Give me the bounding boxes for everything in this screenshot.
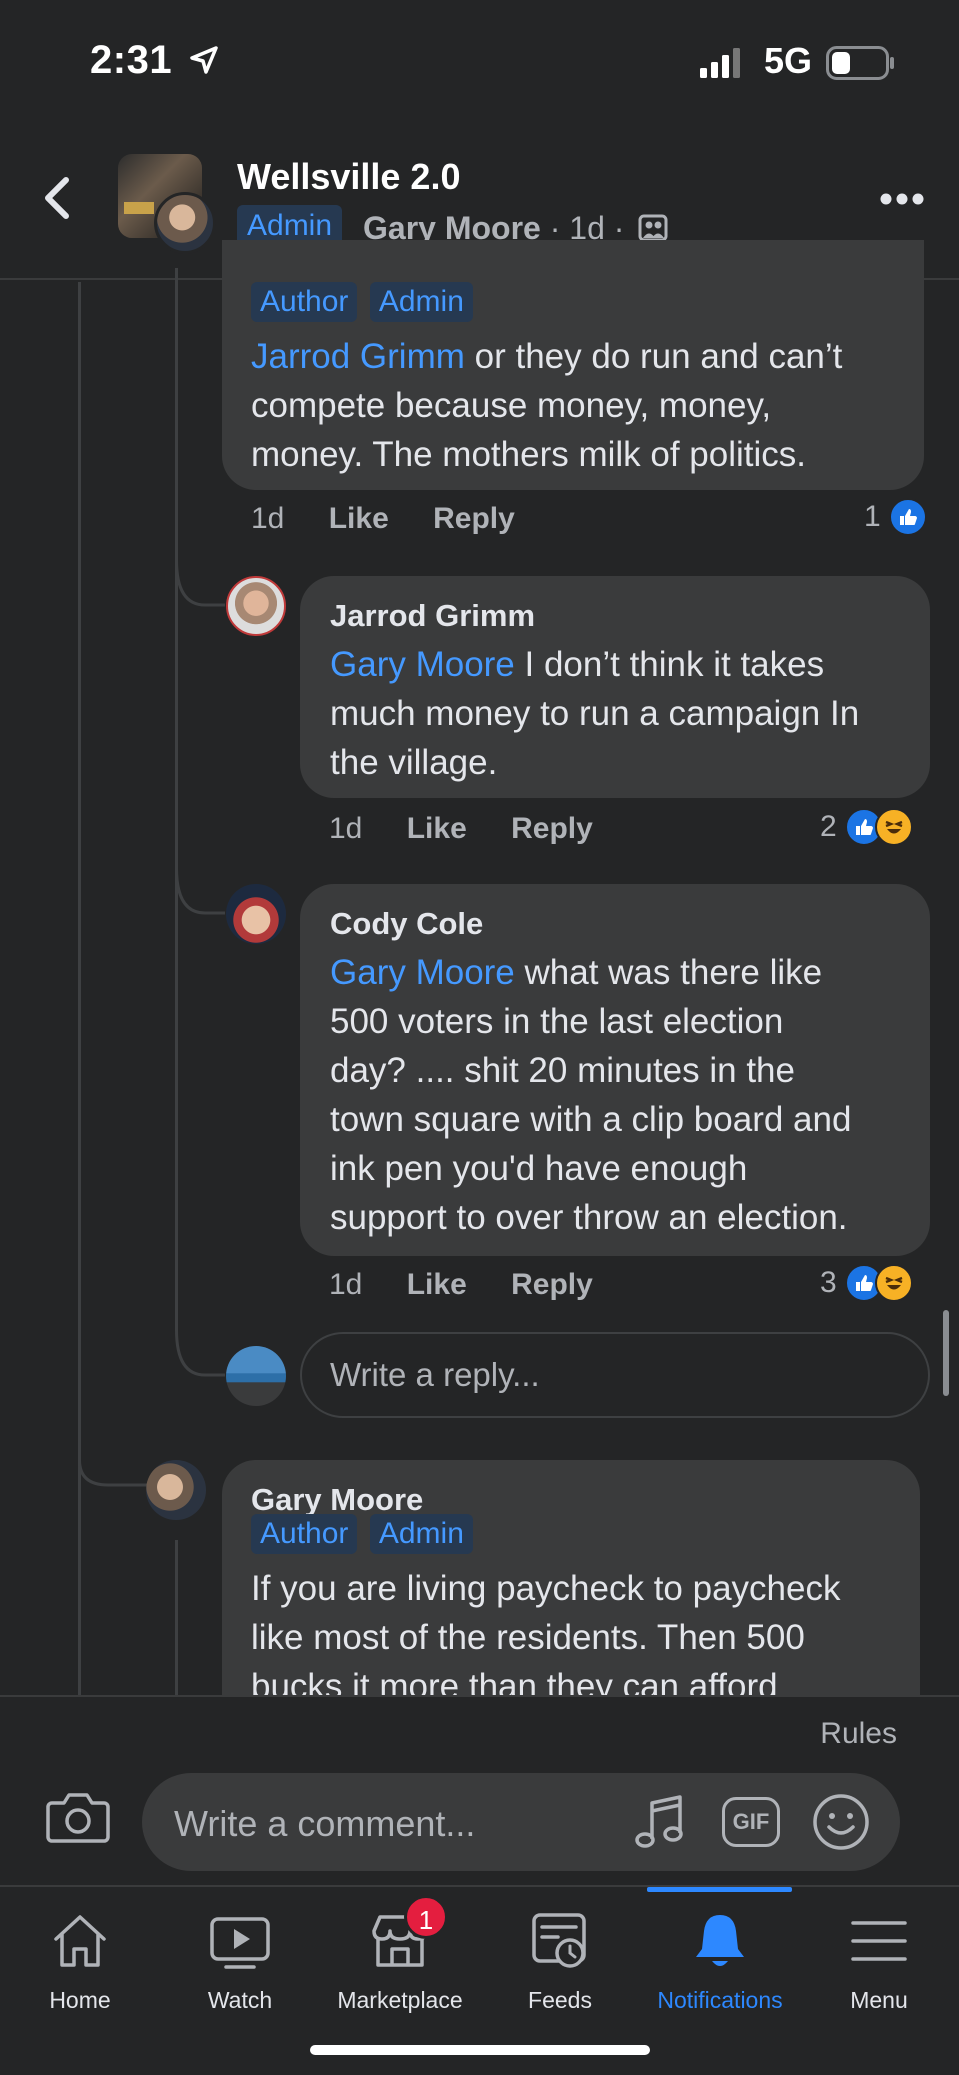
poster-avatar[interactable] [154,192,216,254]
group-name[interactable]: Wellsville 2.0 [237,156,460,198]
network-label: 5G [764,40,813,81]
like-button[interactable]: Like [329,502,389,535]
like-reaction-icon [888,498,927,536]
tab-feeds[interactable]: Feeds [480,1887,640,2017]
more-options-icon[interactable] [880,192,924,206]
commenter-name[interactable]: Cody Cole [330,906,483,942]
author-badge: Author [251,1514,358,1554]
tab-home[interactable]: Home [0,1887,160,2017]
comment-actions: 1d Like Reply [329,812,629,846]
emoji-icon[interactable] [812,1793,870,1851]
comment-actions: 1d Like Reply [329,1268,629,1302]
location-arrow-icon [190,46,218,74]
reaction-summary[interactable]: 1 [864,498,927,536]
comment-time: 1d [251,502,285,535]
back-arrow-icon[interactable] [38,170,78,226]
home-indicator [310,2045,650,2055]
comment-text: If you are living paycheck to paycheck l… [251,1569,841,1706]
gif-button[interactable]: GIF [722,1797,780,1847]
home-icon [54,1915,106,1967]
menu-icon [851,1921,907,1961]
mention-link[interactable]: Gary Moore [330,645,515,684]
reply-button[interactable]: Reply [511,812,593,845]
rules-link[interactable]: Rules [820,1717,897,1751]
feeds-icon [532,1913,586,1968]
comment-time: 1d [329,1268,363,1301]
music-icon[interactable] [632,1793,688,1853]
group-members-icon [638,214,668,242]
status-time: 2:31 [90,38,173,82]
camera-icon[interactable] [46,1789,110,1845]
admin-badge: Admin [369,282,473,322]
my-avatar [226,1346,286,1406]
tab-menu[interactable]: Menu [799,1887,959,2017]
mention-link[interactable]: Gary Moore [330,953,515,992]
commenter-avatar[interactable] [146,1460,206,1520]
mention-link[interactable]: Jarrod Grimm [251,337,465,376]
scrollbar[interactable] [943,1310,949,1396]
tab-watch[interactable]: Watch [160,1887,320,2017]
bell-icon [696,1915,744,1966]
admin-badge: Admin [369,1514,473,1554]
comment-placeholder: Write a comment... [174,1803,476,1844]
reply-input[interactable]: Write a reply... [300,1332,930,1418]
comment-composer: Rules Write a comment... GIF [0,1695,959,1885]
comment-actions: 1d Like Reply [251,502,551,536]
comment-input[interactable]: Write a comment... GIF [142,1773,900,1871]
comment-bubble: Author Admin Jarrod Grimm or they do run… [222,240,924,490]
comment-text: Gary Moore what was there like 500 voter… [330,953,852,1237]
comment-tags: Author Admin [251,282,481,322]
commenter-name[interactable]: Jarrod Grimm [330,598,535,634]
reaction-summary[interactable]: 2 [820,808,913,846]
commenter-name[interactable]: Gary Moore [251,1482,423,1518]
commenter-avatar[interactable] [226,576,286,636]
haha-reaction-icon [874,808,913,846]
reaction-count: 1 [864,500,881,533]
reaction-count: 2 [820,810,837,843]
status-bar: 2:31 5G [0,0,959,130]
reaction-count: 3 [820,1266,837,1299]
thread-line-inner [175,268,178,1328]
reply-button[interactable]: Reply [433,502,515,535]
reply-button[interactable]: Reply [511,1268,593,1301]
commenter-avatar[interactable] [226,884,286,944]
comment-text: Gary Moore I don’t think it takes much m… [330,645,860,782]
marketplace-badge: 1 [404,1895,448,1939]
tab-marketplace[interactable]: Marketplace [320,1887,480,2017]
battery-icon [826,46,894,80]
comment-bubble: Cody Cole Gary Moore what was there like… [300,884,930,1256]
like-button[interactable]: Like [407,1268,467,1301]
comment-tags: Author Admin [251,1514,481,1554]
reaction-summary[interactable]: 3 [820,1264,913,1302]
comment-bubble: Jarrod Grimm Gary Moore I don’t think it… [300,576,930,798]
comment-text: Jarrod Grimm or they do run and can’t co… [251,337,843,474]
watch-icon [210,1917,270,1969]
haha-reaction-icon [874,1264,913,1302]
tab-notifications[interactable]: Notifications [640,1887,800,2017]
like-button[interactable]: Like [407,812,467,845]
author-badge: Author [251,282,358,322]
thread-line-inner [175,1540,178,1695]
comment-time: 1d [329,812,363,845]
signal-icon [700,48,740,78]
